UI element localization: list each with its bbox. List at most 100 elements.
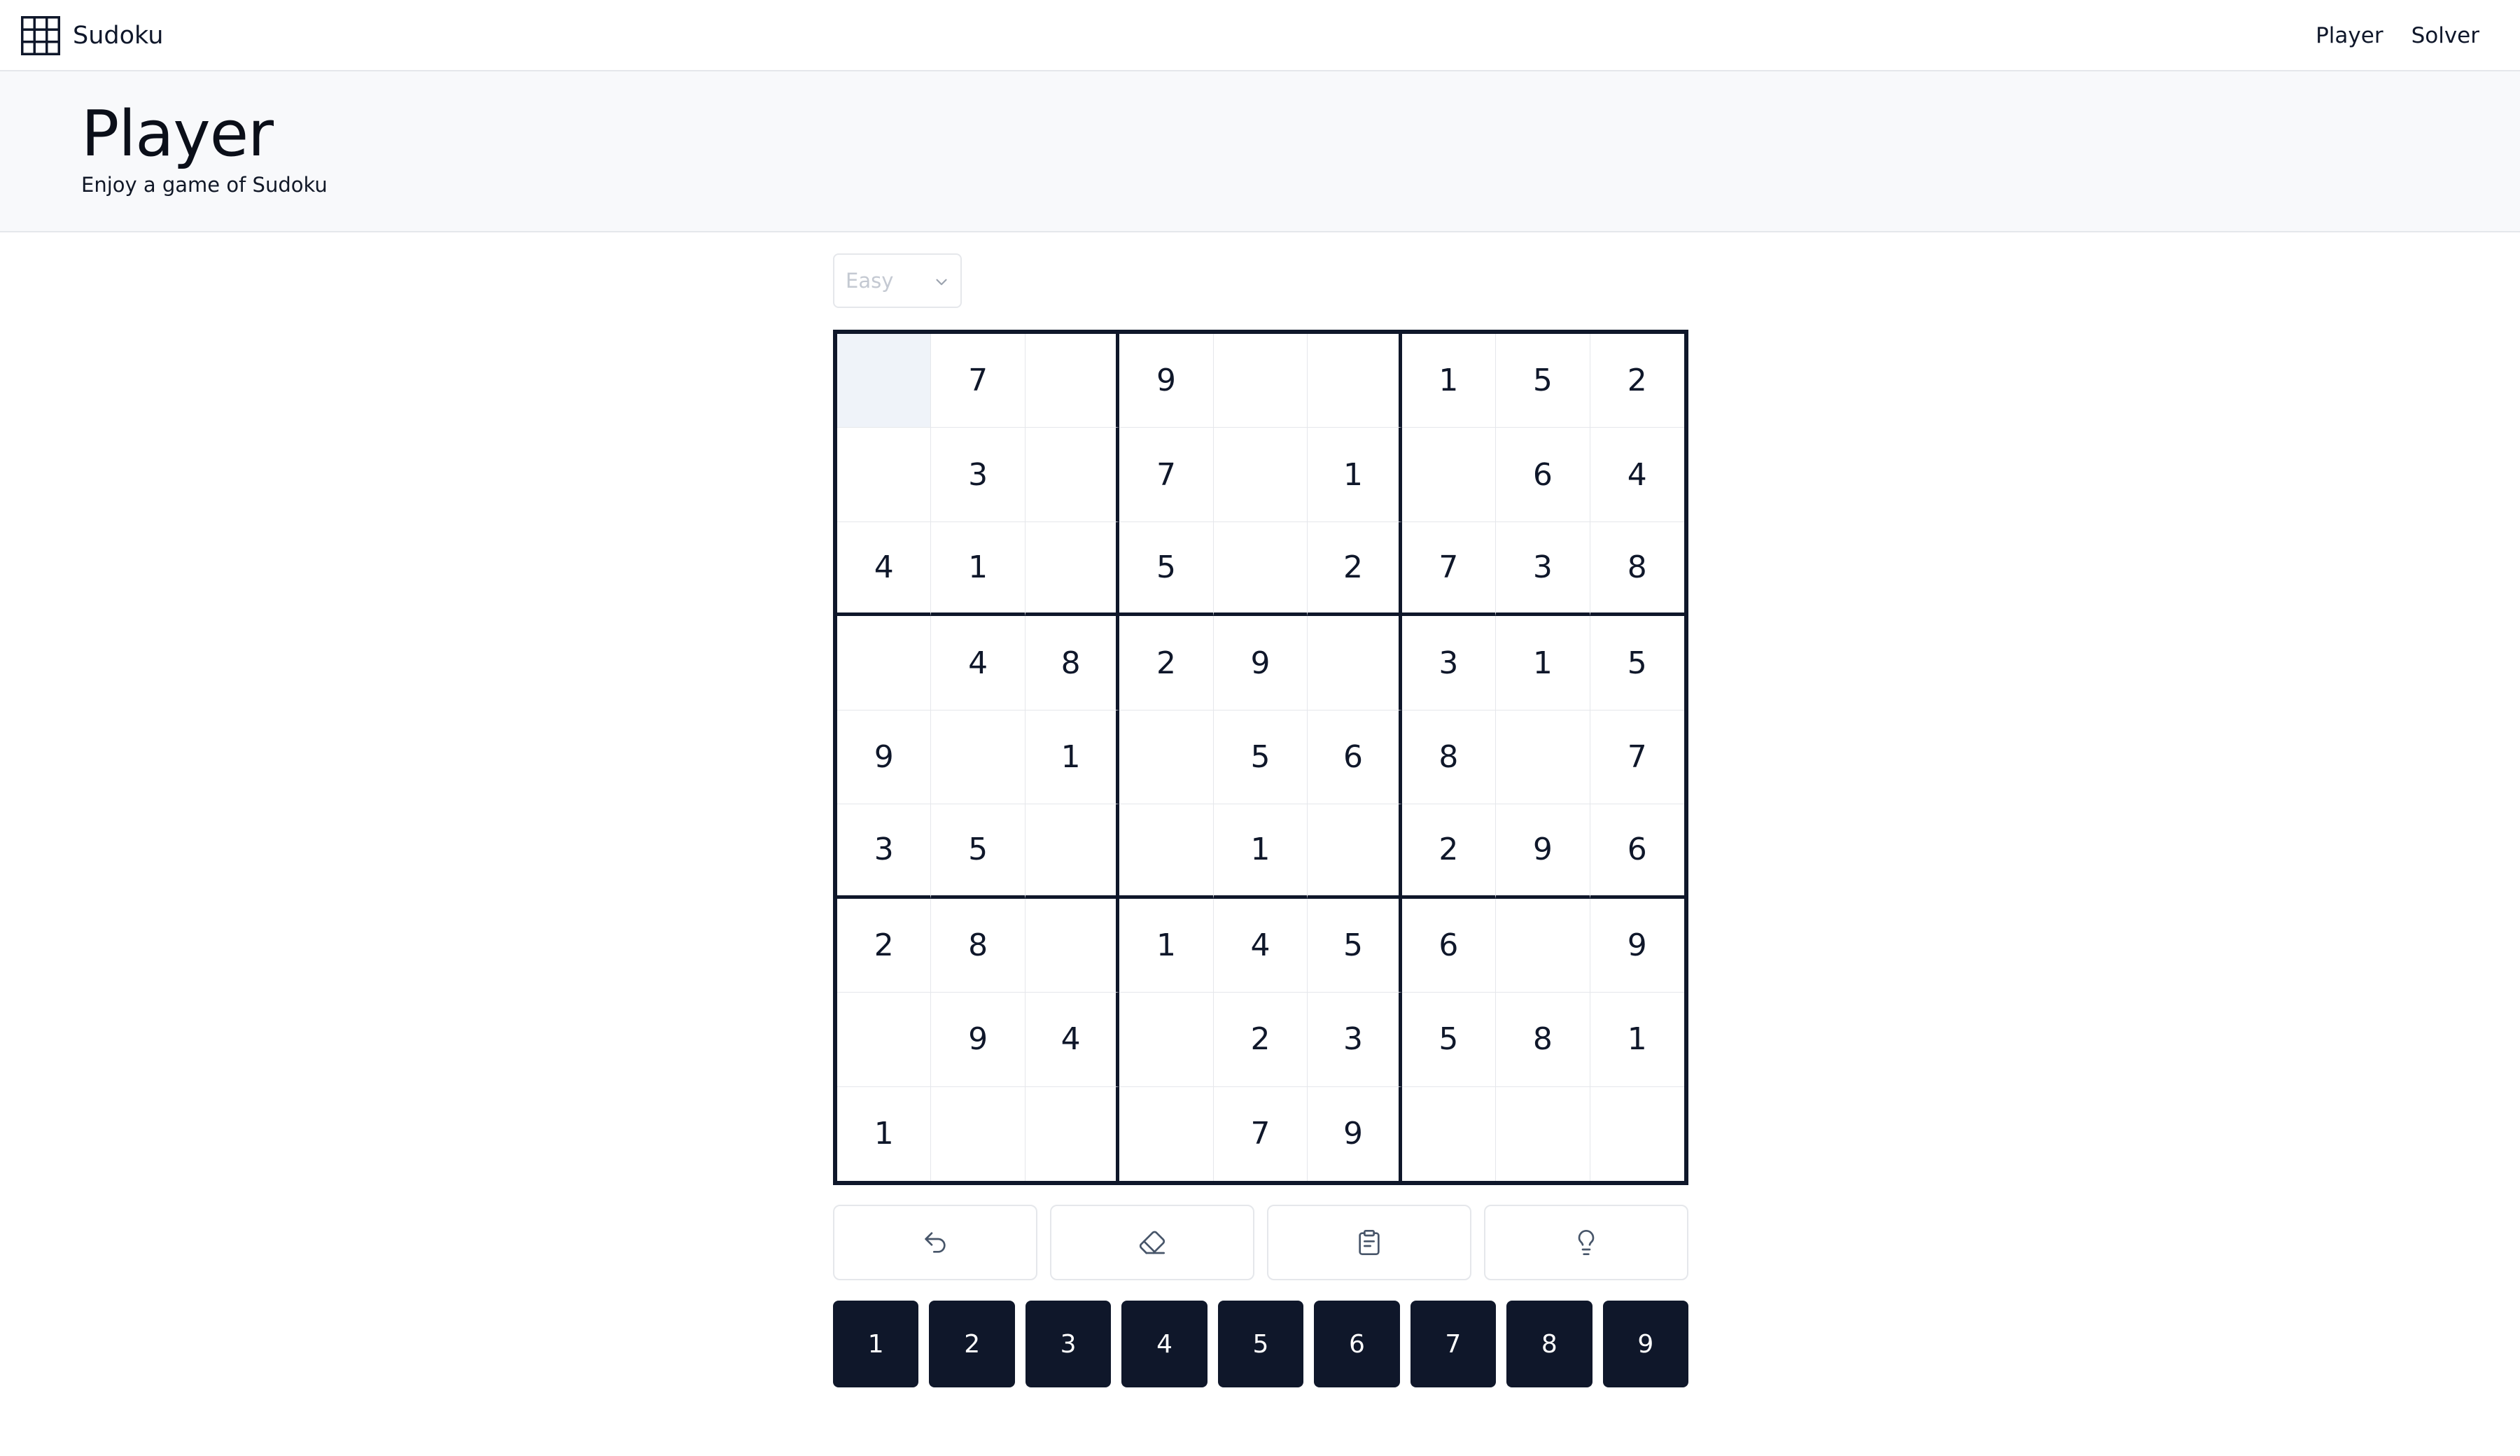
- sudoku-cell[interactable]: 2: [1213, 993, 1308, 1087]
- sudoku-cell[interactable]: 9: [1119, 334, 1214, 428]
- sudoku-cell[interactable]: 8: [1590, 522, 1684, 617]
- sudoku-cell[interactable]: [1026, 1086, 1120, 1181]
- sudoku-cell[interactable]: 3: [931, 428, 1026, 522]
- sudoku-cell[interactable]: [1590, 1087, 1684, 1181]
- sudoku-cell[interactable]: 4: [931, 616, 1026, 710]
- sudoku-cell[interactable]: 3: [1308, 993, 1402, 1087]
- sudoku-cell[interactable]: [1025, 804, 1120, 899]
- sudoku-cell[interactable]: [1496, 898, 1590, 993]
- sudoku-cell[interactable]: 8: [1025, 616, 1120, 710]
- undo-button[interactable]: [833, 1205, 1037, 1280]
- sudoku-cell[interactable]: 9: [931, 993, 1026, 1087]
- sudoku-cell[interactable]: [1025, 334, 1120, 428]
- sudoku-cell[interactable]: 9: [837, 710, 932, 805]
- sudoku-cell[interactable]: 6: [1496, 428, 1590, 522]
- sudoku-cell[interactable]: [1025, 898, 1120, 993]
- sudoku-cell[interactable]: 6: [1590, 804, 1684, 899]
- sudoku-cell[interactable]: 7: [931, 334, 1026, 428]
- sudoku-cell[interactable]: 2: [837, 898, 932, 993]
- sudoku-cell[interactable]: 9: [1308, 1086, 1402, 1181]
- brand[interactable]: Sudoku: [20, 14, 163, 57]
- sudoku-cell[interactable]: 2: [1119, 616, 1214, 710]
- difficulty-select[interactable]: Easy: [833, 253, 962, 308]
- sudoku-cell[interactable]: [1025, 428, 1120, 522]
- number-button-2[interactable]: 2: [929, 1301, 1015, 1387]
- sudoku-cell[interactable]: 6: [1401, 898, 1497, 993]
- sudoku-cell[interactable]: 7: [1590, 710, 1684, 805]
- sudoku-cell[interactable]: 1: [1401, 334, 1497, 428]
- sudoku-cell[interactable]: [837, 334, 932, 428]
- sudoku-cell[interactable]: 2: [1590, 334, 1684, 428]
- sudoku-cell[interactable]: [837, 428, 932, 522]
- sudoku-cell[interactable]: 8: [1496, 993, 1590, 1087]
- sudoku-cell[interactable]: [931, 710, 1026, 805]
- sudoku-cell[interactable]: 7: [1401, 522, 1497, 617]
- sudoku-cell[interactable]: 9: [1590, 899, 1684, 993]
- sudoku-cell[interactable]: [1308, 334, 1402, 428]
- sudoku-cell[interactable]: 2: [1401, 804, 1497, 899]
- sudoku-cell[interactable]: [1119, 993, 1214, 1087]
- sudoku-cell[interactable]: 5: [1308, 898, 1402, 993]
- number-button-3[interactable]: 3: [1025, 1301, 1112, 1387]
- number-button-5[interactable]: 5: [1217, 1301, 1304, 1387]
- number-button-9[interactable]: 9: [1602, 1301, 1688, 1387]
- notes-button[interactable]: [1267, 1205, 1471, 1280]
- sudoku-cell[interactable]: [1401, 428, 1497, 522]
- sudoku-cell[interactable]: 1: [931, 522, 1026, 617]
- sudoku-cell[interactable]: [1496, 1086, 1590, 1181]
- number-button-8[interactable]: 8: [1506, 1301, 1592, 1387]
- sudoku-cell[interactable]: 8: [931, 898, 1026, 993]
- number-button-6[interactable]: 6: [1314, 1301, 1400, 1387]
- sudoku-cell[interactable]: 9: [1213, 616, 1308, 710]
- eraser-icon: [1139, 1231, 1166, 1254]
- sudoku-cell[interactable]: [1119, 1086, 1214, 1181]
- sudoku-cell[interactable]: 4: [1025, 993, 1120, 1087]
- sudoku-cell[interactable]: [1308, 804, 1402, 899]
- sudoku-cell[interactable]: 5: [1119, 522, 1214, 617]
- hint-button[interactable]: [1484, 1205, 1688, 1280]
- sudoku-cell[interactable]: 8: [1401, 710, 1497, 805]
- nav-link-solver[interactable]: Solver: [2412, 23, 2479, 48]
- sudoku-cell[interactable]: 1: [1213, 804, 1308, 899]
- sudoku-cell[interactable]: 1: [1308, 428, 1402, 522]
- sudoku-cell[interactable]: 3: [837, 804, 932, 899]
- number-button-4[interactable]: 4: [1121, 1301, 1208, 1387]
- number-button-7[interactable]: 7: [1410, 1301, 1497, 1387]
- sudoku-cell[interactable]: [837, 616, 932, 710]
- sudoku-cell[interactable]: 1: [1590, 993, 1684, 1087]
- sudoku-cell[interactable]: [1496, 710, 1590, 805]
- sudoku-cell[interactable]: 6: [1308, 710, 1402, 805]
- sudoku-cell[interactable]: 3: [1496, 522, 1590, 617]
- sudoku-cell[interactable]: [931, 1086, 1026, 1181]
- sudoku-cell[interactable]: 1: [1119, 898, 1214, 993]
- sudoku-cell[interactable]: 4: [1590, 428, 1684, 522]
- sudoku-cell[interactable]: 2: [1308, 522, 1402, 617]
- sudoku-cell[interactable]: 5: [1213, 710, 1308, 805]
- sudoku-cell[interactable]: 7: [1119, 428, 1214, 522]
- sudoku-cell[interactable]: 5: [931, 804, 1026, 899]
- nav-link-player[interactable]: Player: [2316, 23, 2383, 48]
- sudoku-cell[interactable]: [1025, 522, 1120, 617]
- sudoku-cell[interactable]: 4: [1213, 898, 1308, 993]
- sudoku-cell[interactable]: 5: [1496, 334, 1590, 428]
- sudoku-cell[interactable]: 4: [837, 522, 932, 617]
- sudoku-cell[interactable]: 9: [1496, 804, 1590, 899]
- sudoku-cell[interactable]: [1213, 334, 1308, 428]
- sudoku-cell[interactable]: [1402, 1086, 1497, 1181]
- sudoku-cell[interactable]: 1: [837, 1086, 932, 1181]
- sudoku-cell[interactable]: 5: [1401, 993, 1497, 1087]
- sudoku-cell[interactable]: 5: [1590, 616, 1684, 710]
- sudoku-cell[interactable]: [1213, 428, 1308, 522]
- number-button-1[interactable]: 1: [833, 1301, 919, 1387]
- erase-button[interactable]: [1050, 1205, 1254, 1280]
- sudoku-cell[interactable]: 1: [1496, 616, 1590, 710]
- sudoku-cell[interactable]: 3: [1401, 616, 1497, 710]
- sudoku-cell[interactable]: [837, 993, 932, 1087]
- sudoku-cell[interactable]: [1213, 522, 1308, 617]
- sudoku-cell[interactable]: [1119, 710, 1214, 805]
- undo-icon: [925, 1232, 946, 1253]
- sudoku-cell[interactable]: [1308, 616, 1402, 710]
- sudoku-cell[interactable]: [1119, 804, 1214, 899]
- sudoku-cell[interactable]: 7: [1214, 1086, 1308, 1181]
- sudoku-cell[interactable]: 1: [1025, 710, 1120, 805]
